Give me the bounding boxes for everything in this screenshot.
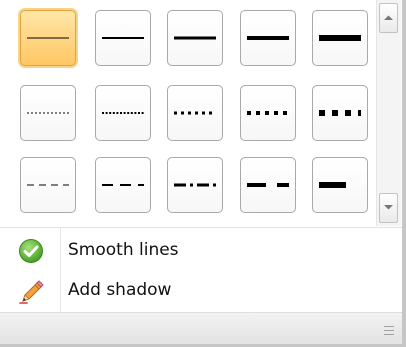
line-style-option-dashed-2[interactable] xyxy=(95,157,151,213)
line-style-option-solid-3[interactable] xyxy=(167,10,223,66)
line-style-option-dashed-6[interactable] xyxy=(312,157,368,213)
line-style-option-solid-6[interactable] xyxy=(312,10,368,66)
pencil-icon xyxy=(19,280,44,304)
line-sample-solid-3 xyxy=(174,36,216,40)
scroll-up-arrow-icon xyxy=(384,15,393,20)
line-style-option-dotted-4[interactable] xyxy=(240,85,296,141)
smooth-lines-menu-item[interactable]: Smooth lines xyxy=(0,231,400,269)
line-style-option-dotted-1[interactable] xyxy=(20,85,76,141)
line-sample-solid-2 xyxy=(102,37,144,39)
line-style-option-dotted-6[interactable] xyxy=(312,85,368,141)
line-style-option-dotted-3[interactable] xyxy=(167,85,223,141)
gallery-scrollbar[interactable] xyxy=(376,0,401,226)
line-style-option-dash-dot-3[interactable] xyxy=(167,157,223,213)
add-shadow-label: Add shadow xyxy=(68,280,172,300)
popup-footer xyxy=(0,312,402,344)
line-style-option-solid-1[interactable] xyxy=(20,10,76,66)
line-sample-dashed-1 xyxy=(27,184,69,186)
line-sample-dotted-2 xyxy=(102,112,144,114)
line-sample-dotted-1 xyxy=(27,112,69,114)
line-style-option-solid-2[interactable] xyxy=(95,10,151,66)
line-sample-dashed-2 xyxy=(102,184,144,186)
line-style-popup: Smooth lines Add shadow xyxy=(0,0,406,347)
line-sample-solid-4 xyxy=(247,36,289,40)
line-style-option-dotted-2[interactable] xyxy=(95,85,151,141)
line-sample-dash-dot-3 xyxy=(174,183,216,187)
line-style-option-dashed-4[interactable] xyxy=(240,157,296,213)
line-sample-solid-6 xyxy=(319,35,361,41)
scroll-up-button[interactable] xyxy=(379,3,398,33)
smooth-lines-label: Smooth lines xyxy=(68,240,179,260)
line-style-option-dashed-1[interactable] xyxy=(20,157,76,213)
line-sample-dotted-3 xyxy=(174,111,216,115)
line-sample-dotted-4 xyxy=(247,111,289,115)
green-checkmark-icon xyxy=(19,239,43,263)
resize-grip-icon[interactable] xyxy=(384,326,394,335)
line-sample-dashed-6 xyxy=(319,182,361,188)
line-sample-dotted-6 xyxy=(319,110,361,116)
add-shadow-menu-item[interactable]: Add shadow xyxy=(0,271,400,309)
line-sample-solid-1 xyxy=(27,37,69,39)
scroll-down-button[interactable] xyxy=(379,193,398,223)
scroll-down-arrow-icon xyxy=(384,205,393,210)
line-style-gallery xyxy=(0,0,372,225)
line-sample-dashed-4 xyxy=(247,183,289,187)
line-style-option-solid-4[interactable] xyxy=(240,10,296,66)
